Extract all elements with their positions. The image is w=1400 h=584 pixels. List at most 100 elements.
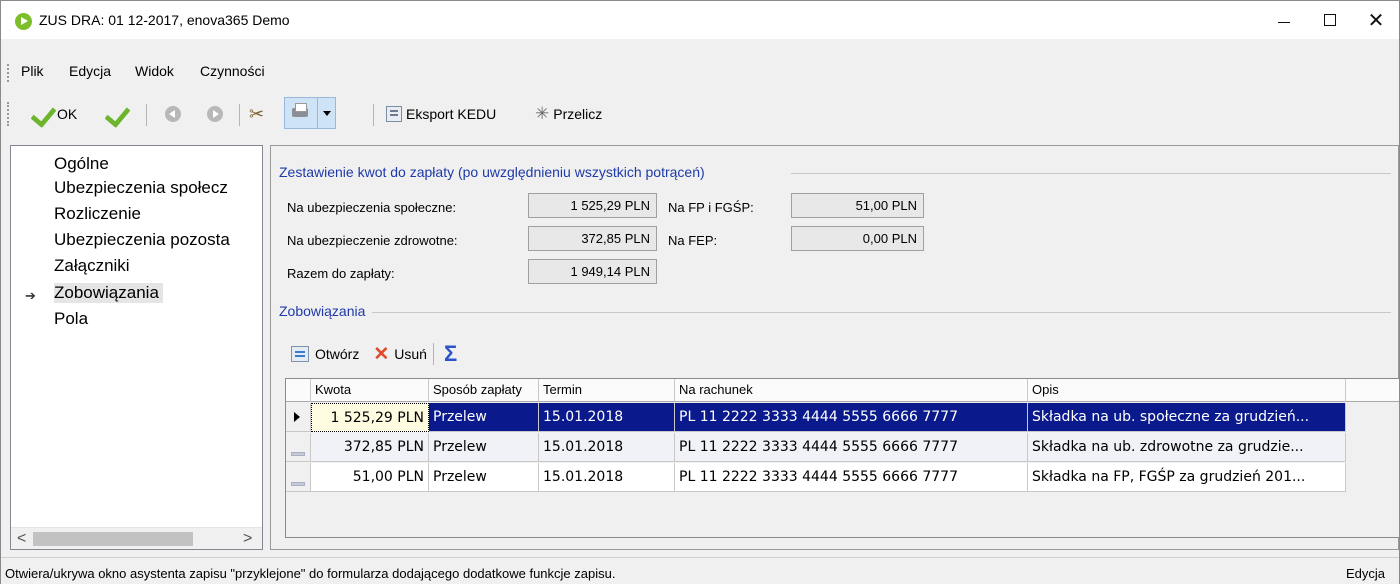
delete-button[interactable]: ✕ Usuń [373, 343, 427, 366]
header-row-indicator [286, 379, 311, 402]
toolbar-separator [432, 343, 434, 365]
row-indicator[interactable] [286, 403, 311, 432]
printer-icon [290, 103, 310, 121]
fp-fgsp-label: Na FP i FGŚP: [668, 200, 754, 215]
total-field[interactable]: 1 949,14 PLN [528, 259, 657, 284]
recalculate-button[interactable]: ✳ Przelicz [535, 101, 602, 127]
column-header-sposob-zaplaty[interactable]: Sposób zapłaty [429, 379, 539, 402]
scrollbar-thumb[interactable] [33, 532, 193, 546]
export-kedu-button[interactable]: Eksport KEDU [386, 101, 496, 127]
print-dropdown-button[interactable] [318, 97, 336, 129]
print-button[interactable] [284, 97, 318, 129]
checkmark-icon [103, 102, 127, 126]
menu-plik[interactable]: Plik [21, 63, 44, 79]
summary-group-title: Zestawienie kwot do zapłaty (po uwzględn… [279, 164, 705, 180]
delete-icon: ✕ [373, 343, 390, 365]
magic-wand-icon: ✳ [535, 104, 550, 123]
open-button[interactable]: Otwórz [291, 346, 359, 362]
app-window: ZUS DRA: 01 12-2017, enova365 Demo ✕ Pli… [0, 0, 1400, 584]
current-row-arrow-icon [294, 412, 300, 422]
nav-item-ubezpieczenia-spoleczne[interactable]: Ubezpieczenia społecz [54, 178, 228, 198]
status-text: Otwiera/ukrywa okno asystenta zapisu "pr… [5, 566, 616, 581]
table-row[interactable]: 1 525,29 PLN Przelew 15.01.2018 PL 11 22… [286, 403, 1356, 432]
cell-amount[interactable]: 1 525,29 PLN [311, 403, 429, 432]
maximize-button[interactable] [1307, 1, 1353, 39]
previous-button[interactable] [165, 101, 181, 127]
table-row[interactable]: 372,85 PLN Przelew 15.01.2018 PL 11 2222… [286, 433, 1356, 462]
column-header-kwota[interactable]: Kwota [311, 379, 429, 402]
minimize-icon [1278, 21, 1290, 23]
menu-bar: Plik Edycja Widok Czynności [1, 60, 1399, 86]
app-logo-icon [15, 13, 32, 30]
cell-date[interactable]: 15.01.2018 [539, 463, 675, 492]
open-document-icon [291, 346, 309, 362]
cell-account[interactable]: PL 11 2222 3333 4444 5555 6666 7777 [675, 433, 1028, 462]
cell-method[interactable]: Przelew [429, 433, 539, 462]
fep-label: Na FEP: [668, 233, 718, 248]
cell-description[interactable]: Składka na ub. zdrowotne za grudzie... [1028, 433, 1346, 462]
nav-item-rozliczenie[interactable]: Rozliczenie [54, 204, 141, 224]
horizontal-scrollbar[interactable]: < > [11, 527, 262, 549]
column-header-opis[interactable]: Opis [1028, 379, 1346, 402]
delete-label: Usuń [394, 346, 427, 362]
nav-item-zobowiazania[interactable]: Zobowiązania [54, 283, 163, 303]
nav-item-pola[interactable]: Pola [54, 309, 88, 329]
arrow-right-icon [207, 106, 223, 122]
row-indicator[interactable] [286, 463, 311, 492]
scroll-left-icon[interactable]: < [17, 530, 26, 548]
toolbar-grip[interactable] [7, 102, 10, 126]
menu-grip[interactable] [7, 64, 10, 82]
cell-method[interactable]: Przelew [429, 403, 539, 432]
fep-field[interactable]: 0,00 PLN [791, 226, 924, 251]
nav-item-zalaczniki[interactable]: Załączniki [54, 256, 130, 276]
close-button[interactable]: ✕ [1353, 1, 1399, 39]
maximize-icon [1324, 14, 1336, 26]
group-divider [791, 173, 1391, 174]
export-icon [386, 106, 402, 122]
menu-czynnosci[interactable]: Czynności [200, 63, 265, 79]
obligations-toolbar: Otwórz ✕ Usuń Σ [291, 341, 457, 367]
cell-date[interactable]: 15.01.2018 [539, 403, 675, 432]
save-close-button[interactable] [103, 101, 127, 127]
fp-fgsp-field[interactable]: 51,00 PLN [791, 193, 924, 218]
toolbar-separator [146, 104, 147, 126]
toolbar-separator [239, 104, 240, 126]
row-marker-icon [291, 452, 305, 456]
cell-method[interactable]: Przelew [429, 463, 539, 492]
social-insurance-field[interactable]: 1 525,29 PLN [528, 193, 657, 218]
next-button[interactable] [207, 101, 223, 127]
minimize-button[interactable] [1261, 1, 1307, 39]
column-header-na-rachunek[interactable]: Na rachunek [675, 379, 1028, 402]
scroll-right-icon[interactable]: > [243, 530, 252, 548]
cell-amount[interactable]: 372,85 PLN [311, 433, 429, 462]
cell-description[interactable]: Składka na ub. społeczne za grudzień... [1028, 403, 1346, 432]
total-label: Razem do zapłaty: [287, 266, 395, 281]
tools-button[interactable]: ✂ [249, 101, 264, 127]
ok-button[interactable]: OK [29, 101, 77, 127]
selected-arrow-icon: ➔ [25, 288, 36, 303]
nav-item-ogolne[interactable]: Ogólne [54, 154, 109, 174]
status-bar: Otwiera/ukrywa okno asystenta zapisu "pr… [1, 557, 1399, 584]
cell-account[interactable]: PL 11 2222 3333 4444 5555 6666 7777 [675, 403, 1028, 432]
toolbar: OK ✂ [1, 92, 1399, 136]
cell-date[interactable]: 15.01.2018 [539, 433, 675, 462]
nav-item-ubezpieczenia-pozostale[interactable]: Ubezpieczenia pozosta [54, 230, 230, 250]
menu-widok[interactable]: Widok [135, 63, 174, 79]
menu-edycja[interactable]: Edycja [69, 63, 111, 79]
health-insurance-field[interactable]: 372,85 PLN [528, 226, 657, 251]
export-label: Eksport KEDU [406, 106, 497, 122]
column-header-termin[interactable]: Termin [539, 379, 675, 402]
obligations-group-title: Zobowiązania [279, 303, 366, 319]
cell-description[interactable]: Składka na FP, FGŚP za grudzień 201... [1028, 463, 1346, 492]
cell-account[interactable]: PL 11 2222 3333 4444 5555 6666 7777 [675, 463, 1028, 492]
toolbar-separator [373, 104, 374, 126]
table-row[interactable]: 51,00 PLN Przelew 15.01.2018 PL 11 2222 … [286, 463, 1356, 492]
sum-icon[interactable]: Σ [444, 341, 457, 367]
social-insurance-label: Na ubezpieczenia społeczne: [287, 200, 457, 215]
chevron-down-icon [322, 110, 331, 116]
group-divider [372, 312, 1391, 313]
cell-amount[interactable]: 51,00 PLN [311, 463, 429, 492]
row-indicator[interactable] [286, 433, 311, 462]
checkmark-icon [29, 102, 53, 126]
title-bar: ZUS DRA: 01 12-2017, enova365 Demo ✕ [1, 1, 1399, 39]
